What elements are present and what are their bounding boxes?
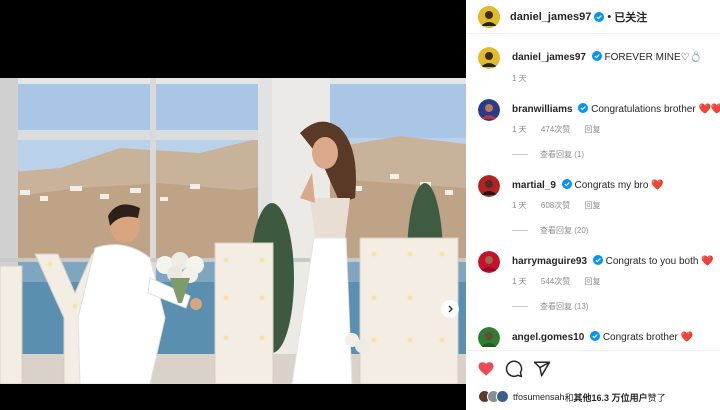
comment-emoji: ❤️❤️ bbox=[698, 104, 720, 115]
comments-list[interactable]: daniel_james97 FOREVER MINE♡💍 1 天 branwi… bbox=[466, 35, 720, 347]
comment-line: harrymaguire93 Congrats to you both ❤️ bbox=[512, 255, 714, 267]
verified-badge-icon bbox=[561, 179, 572, 189]
view-replies-label[interactable]: 查看回复 (20) bbox=[540, 225, 588, 236]
view-replies[interactable]: 查看回复 (1) bbox=[512, 149, 584, 160]
author-avatar[interactable] bbox=[478, 47, 500, 69]
verified-badge-icon bbox=[578, 103, 589, 113]
likes-summary[interactable]: tfosumensah 和 其他16.3 万位用户 赞了 bbox=[478, 388, 666, 406]
commenter-avatar[interactable] bbox=[478, 99, 500, 121]
caption-time: 1 天 bbox=[512, 74, 527, 83]
post-caption: daniel_james97 FOREVER MINE♡💍 1 天 bbox=[478, 47, 714, 87]
likes-suffix: 赞了 bbox=[647, 392, 666, 403]
replies-divider bbox=[512, 230, 528, 231]
view-replies[interactable]: 查看回复 (20) bbox=[512, 225, 588, 236]
liker-avatar bbox=[496, 390, 509, 403]
comment-line: branwilliams Congratulations brother ❤️❤… bbox=[512, 103, 720, 115]
comment-likes[interactable]: 474次赞 bbox=[541, 125, 570, 134]
comment-time: 1 天 bbox=[512, 201, 527, 210]
comment-emoji: ❤️ bbox=[701, 256, 714, 267]
heart-icon[interactable] bbox=[477, 360, 495, 378]
author-avatar[interactable] bbox=[478, 5, 500, 28]
comment-emoji: ❤️ bbox=[680, 332, 694, 343]
post-photo[interactable] bbox=[0, 78, 466, 384]
comment-item: branwilliams Congratulations brother ❤️❤… bbox=[478, 99, 720, 169]
comment-item: martial_9 Congrats my bro ❤️ 1 天 608次赞 回… bbox=[478, 175, 714, 245]
author-username[interactable]: daniel_james97 bbox=[510, 11, 591, 23]
comment-time: 1 天 bbox=[512, 277, 527, 286]
comment-line: angel.gomes10 Congrats brother ❤️ bbox=[512, 331, 693, 343]
reply-button[interactable]: 回复 bbox=[585, 277, 601, 286]
comment-icon[interactable] bbox=[505, 360, 523, 378]
liker-avatars bbox=[478, 390, 510, 404]
comment-item: harrymaguire93 Congrats to you both ❤️ 1… bbox=[478, 251, 714, 321]
replies-divider bbox=[512, 306, 528, 307]
comment-emoji: ❤️ bbox=[651, 180, 664, 191]
commenter-avatar[interactable] bbox=[478, 175, 500, 197]
comment-line: martial_9 Congrats my bro ❤️ bbox=[512, 179, 664, 191]
likes-others[interactable]: 其他16.3 万位用户 bbox=[574, 391, 648, 404]
comment-username[interactable]: branwilliams bbox=[512, 104, 573, 115]
post-sidebar: daniel_james97 • 已关注 daniel_james97 FORE… bbox=[466, 0, 720, 410]
comment-likes[interactable]: 544次赞 bbox=[541, 277, 570, 286]
reply-button[interactable]: 回复 bbox=[585, 201, 601, 210]
comment-username[interactable]: angel.gomes10 bbox=[512, 332, 584, 343]
verified-badge-icon bbox=[591, 51, 602, 61]
likes-and: 和 bbox=[564, 392, 574, 403]
replies-divider bbox=[512, 154, 528, 155]
post-media bbox=[0, 0, 466, 410]
view-replies-label[interactable]: 查看回复 (1) bbox=[540, 149, 584, 160]
comment-meta: 1 天 608次赞 回复 bbox=[512, 200, 613, 211]
comment-text: Congrats to you both bbox=[605, 256, 699, 267]
post-actions bbox=[466, 350, 720, 386]
chevron-right-icon bbox=[448, 305, 453, 313]
caption-username[interactable]: daniel_james97 bbox=[512, 52, 586, 63]
comment-text: Congrats my bro bbox=[574, 180, 649, 191]
post-header: daniel_james97 • 已关注 bbox=[466, 0, 720, 34]
view-replies-label[interactable]: 查看回复 (13) bbox=[540, 301, 588, 312]
caption-emoji: ♡💍 bbox=[680, 52, 703, 63]
verified-badge-icon bbox=[590, 331, 601, 341]
next-photo-button[interactable] bbox=[441, 300, 459, 318]
comment-text: Congratulations brother bbox=[591, 104, 696, 115]
verified-badge-icon bbox=[594, 11, 605, 22]
reply-button[interactable]: 回复 bbox=[585, 125, 601, 134]
following-button[interactable]: 已关注 bbox=[614, 9, 647, 25]
comment-likes[interactable]: 608次赞 bbox=[541, 201, 570, 210]
commenter-avatar[interactable] bbox=[478, 327, 500, 347]
comment-meta: 1 天 544次赞 回复 bbox=[512, 276, 613, 287]
comment-meta: 1 天 474次赞 回复 bbox=[512, 124, 613, 135]
comment-username[interactable]: harrymaguire93 bbox=[512, 256, 587, 267]
caption-text: FOREVER MINE bbox=[604, 52, 681, 63]
comment-text: Congrats brother bbox=[602, 332, 678, 343]
caption-line: daniel_james97 FOREVER MINE♡💍 bbox=[512, 51, 702, 63]
comment-username[interactable]: martial_9 bbox=[512, 180, 556, 191]
caption-meta: 1 天 bbox=[512, 73, 539, 84]
comment-item: angel.gomes10 Congrats brother ❤️ bbox=[478, 327, 714, 347]
commenter-avatar[interactable] bbox=[478, 251, 500, 273]
verified-badge-icon bbox=[592, 255, 603, 265]
separator-dot: • bbox=[607, 10, 612, 23]
comment-time: 1 天 bbox=[512, 125, 527, 134]
liker-username[interactable]: tfosumensah bbox=[513, 392, 565, 402]
share-icon[interactable] bbox=[533, 360, 551, 378]
view-replies[interactable]: 查看回复 (13) bbox=[512, 301, 588, 312]
